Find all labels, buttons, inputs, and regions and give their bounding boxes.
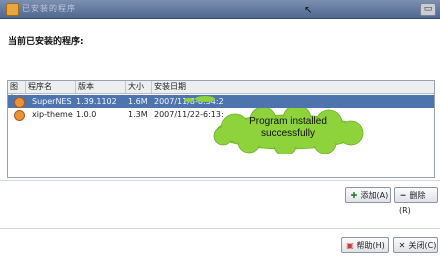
help-button-label: 帮助(H) [356, 241, 385, 250]
app-icon [14, 110, 25, 121]
callout-text: Program installed successfully [223, 116, 353, 140]
window-close-button[interactable]: ▭ [420, 3, 436, 16]
divider [0, 180, 440, 181]
column-header-version[interactable]: 版本 [76, 81, 126, 93]
page-heading: 当前已安装的程序: [8, 37, 84, 47]
window-titlebar[interactable]: 已安装的程序 ▭ [0, 0, 440, 19]
close-button[interactable]: ✕ 关闭(C) [393, 237, 438, 253]
table-header: 图标 程序名 版本 大小 安装日期 [8, 81, 434, 103]
remove-icon: ━ [400, 191, 406, 200]
callout-line-1: Program installed [249, 116, 327, 127]
add-button[interactable]: ✚ 添加(A) [345, 187, 391, 203]
callout-line-2: successfully [261, 128, 315, 139]
column-header-icon[interactable]: 图标 [8, 81, 26, 103]
divider [0, 228, 440, 229]
close-button-label: 关闭(C) [408, 241, 437, 250]
row-version: 1.0.0 [76, 110, 97, 119]
row-name: SuperNES [32, 97, 72, 106]
column-header-size[interactable]: 大小 [126, 81, 152, 93]
add-button-label: 添加(A) [360, 191, 389, 200]
row-name: xip-theme [32, 110, 73, 119]
help-icon: ▣ [346, 241, 354, 250]
mouse-cursor-icon: ↖ [304, 5, 313, 16]
cloud-tail [184, 96, 215, 102]
close-icon: ✕ [398, 241, 406, 250]
app-icon [14, 97, 25, 108]
success-callout: Program installed successfully [184, 96, 371, 154]
table-row[interactable]: SuperNES 1.39.1102 1.6M 2007/11/8-8:34:2 [8, 95, 434, 108]
window-title: 已安装的程序 [22, 4, 76, 13]
app-icon [6, 3, 19, 16]
help-button[interactable]: ▣ 帮助(H) [341, 237, 389, 253]
column-header-date[interactable]: 安装日期 [152, 81, 434, 93]
column-header-name[interactable]: 程序名 [26, 81, 76, 93]
delete-button[interactable]: ━ 删除(R) [394, 187, 438, 215]
row-version: 1.39.1102 [76, 97, 117, 106]
row-size: 1.3M [128, 110, 148, 119]
row-size: 1.6M [128, 97, 148, 106]
add-icon: ✚ [350, 191, 358, 200]
